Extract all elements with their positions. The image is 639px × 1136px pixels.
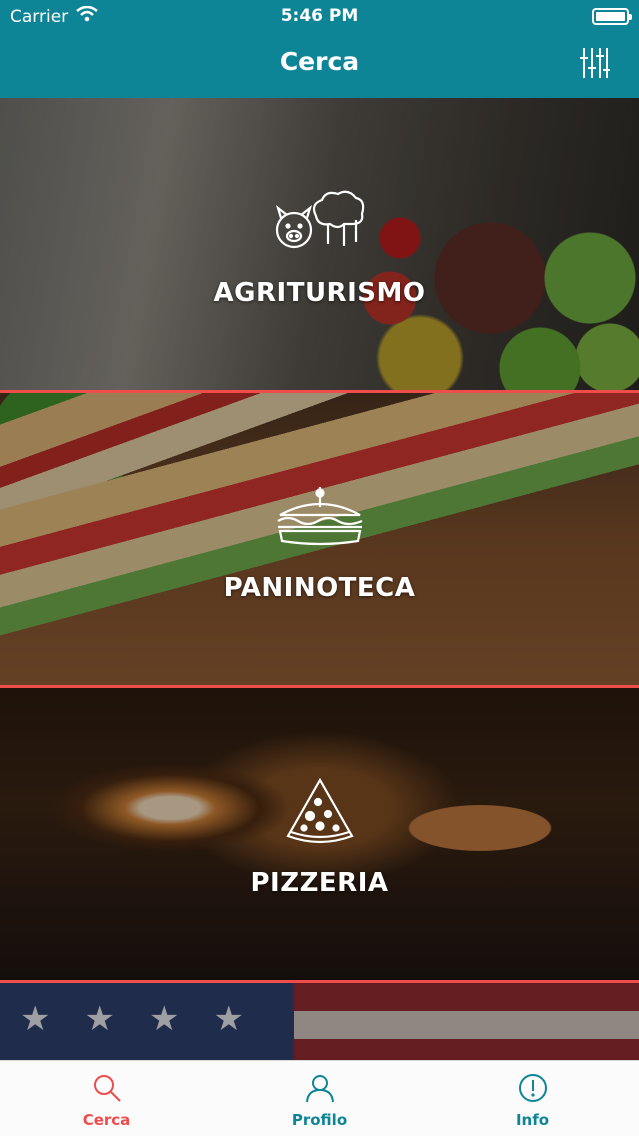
category-tile-pizzeria[interactable]: PIZZERIA xyxy=(0,688,639,983)
status-time: 5:46 PM xyxy=(280,6,359,26)
tab-cerca[interactable]: Cerca xyxy=(0,1061,213,1136)
tab-label: Info xyxy=(515,1111,550,1129)
top-bar: Carrier 5:46 PM Cerca xyxy=(0,0,639,98)
filter-button[interactable] xyxy=(579,46,611,80)
tab-info[interactable]: Info xyxy=(426,1061,639,1136)
category-tile-agriturismo[interactable]: AGRITURISMO xyxy=(0,98,639,393)
pizza-slice-icon xyxy=(284,777,356,852)
category-tile-paninoteca[interactable]: PANINOTECA xyxy=(0,393,639,688)
page-title: Cerca xyxy=(279,47,360,76)
tab-bar: Cerca Profilo Info xyxy=(0,1060,639,1136)
tab-profilo[interactable]: Profilo xyxy=(213,1061,426,1136)
search-icon xyxy=(92,1073,122,1107)
category-label: PIZZERIA xyxy=(250,868,389,898)
category-tile-partial[interactable]: ★★★★ xyxy=(0,983,639,1060)
sandwich-icon xyxy=(274,485,366,553)
user-icon xyxy=(305,1073,335,1107)
battery-icon xyxy=(592,8,632,25)
category-label: AGRITURISMO xyxy=(213,278,426,308)
sliders-icon xyxy=(579,48,611,84)
category-list: AGRITURISMO PANINOTECA PIZZERIA ★★★★ xyxy=(0,98,639,1060)
info-icon xyxy=(518,1073,548,1107)
status-bar: Carrier 5:46 PM xyxy=(0,0,639,34)
tab-label: Cerca xyxy=(82,1111,131,1129)
farm-pig-trees-icon xyxy=(272,186,368,256)
category-label: PANINOTECA xyxy=(223,573,416,603)
tab-label: Profilo xyxy=(291,1111,348,1129)
